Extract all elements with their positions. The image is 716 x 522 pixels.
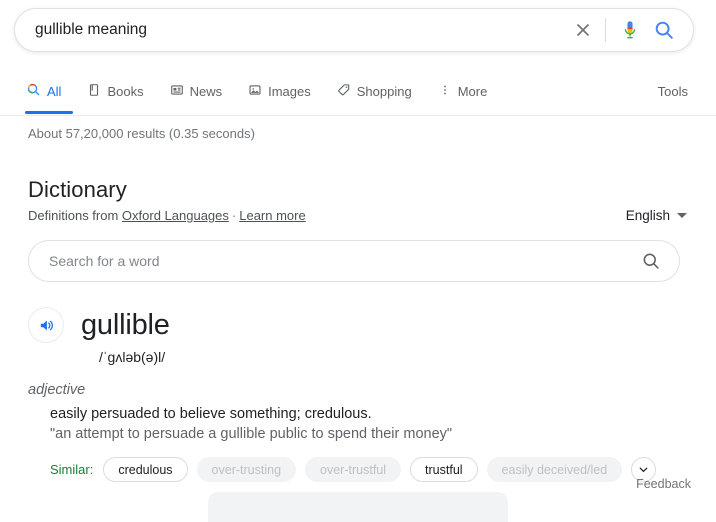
search-tabs: All Books News bbox=[26, 68, 513, 114]
image-icon bbox=[248, 83, 262, 100]
search-bar-divider bbox=[605, 18, 606, 42]
result-stats: About 57,20,000 results (0.35 seconds) bbox=[28, 126, 255, 141]
tab-news-label: News bbox=[190, 84, 223, 99]
phonetic-transcription: /ˈɡʌləb(ə)l/ bbox=[99, 349, 688, 365]
synonym-chip[interactable]: easily deceived/led bbox=[487, 457, 623, 482]
tab-all-label: All bbox=[47, 84, 61, 99]
definition-example: "an attempt to persuade a gullible publi… bbox=[50, 425, 688, 444]
synonym-chip[interactable]: over-trusting bbox=[197, 457, 296, 482]
oxford-languages-link[interactable]: Oxford Languages bbox=[122, 208, 229, 223]
dictionary-source: Definitions from Oxford Languages·Learn … bbox=[28, 208, 688, 223]
tab-books-label: Books bbox=[107, 84, 143, 99]
synonym-chip[interactable]: trustful bbox=[410, 457, 478, 482]
tag-icon bbox=[337, 83, 351, 100]
tab-images-label: Images bbox=[268, 84, 311, 99]
tab-active-underline bbox=[25, 111, 73, 114]
word-search-input[interactable] bbox=[29, 252, 641, 270]
search-bar-container bbox=[14, 8, 694, 52]
search-nav-bar: All Books News bbox=[0, 68, 716, 116]
tools-button[interactable]: Tools bbox=[658, 68, 688, 114]
headword-row: gullible bbox=[28, 307, 688, 343]
tab-shopping-label: Shopping bbox=[357, 84, 412, 99]
search-bar[interactable] bbox=[14, 8, 694, 52]
more-vertical-icon bbox=[438, 83, 452, 100]
language-selector[interactable]: English bbox=[626, 208, 687, 223]
pronounce-audio-button[interactable] bbox=[28, 307, 64, 343]
page-title: Dictionary bbox=[28, 176, 688, 204]
tab-all[interactable]: All bbox=[26, 68, 74, 114]
synonym-chip[interactable]: over-trustful bbox=[305, 457, 401, 482]
language-label: English bbox=[626, 208, 670, 223]
search-input[interactable] bbox=[15, 21, 566, 39]
tab-more-label: More bbox=[458, 84, 488, 99]
search-icon[interactable] bbox=[641, 251, 661, 271]
similar-words-row: Similar: credulous over-trusting over-tr… bbox=[50, 457, 688, 482]
similar-label: Similar: bbox=[50, 462, 93, 477]
tab-books[interactable]: Books bbox=[87, 68, 156, 114]
headword: gullible bbox=[81, 308, 170, 342]
synonym-chip[interactable]: credulous bbox=[103, 457, 187, 482]
tab-more[interactable]: More bbox=[438, 68, 501, 114]
google-search-icon bbox=[26, 82, 41, 100]
bottom-panel-peek bbox=[208, 492, 508, 522]
book-icon bbox=[87, 83, 101, 100]
microphone-icon[interactable] bbox=[615, 15, 645, 45]
part-of-speech: adjective bbox=[28, 382, 688, 398]
close-icon[interactable] bbox=[566, 13, 600, 47]
definition-text: easily persuaded to believe something; c… bbox=[50, 405, 688, 424]
tab-news[interactable]: News bbox=[170, 68, 236, 114]
tab-images[interactable]: Images bbox=[248, 68, 324, 114]
source-separator: · bbox=[232, 208, 236, 223]
source-prefix: Definitions from bbox=[28, 208, 122, 223]
learn-more-link[interactable]: Learn more bbox=[239, 208, 305, 223]
tools-label: Tools bbox=[658, 84, 688, 99]
definition-block: easily persuaded to believe something; c… bbox=[50, 405, 688, 444]
search-submit-icon[interactable] bbox=[645, 13, 683, 47]
news-icon bbox=[170, 83, 184, 100]
tab-shopping[interactable]: Shopping bbox=[337, 68, 425, 114]
chevron-down-icon bbox=[677, 213, 687, 218]
feedback-link[interactable]: Feedback bbox=[636, 477, 691, 491]
word-search-box[interactable] bbox=[28, 240, 680, 282]
dictionary-card: Dictionary Definitions from Oxford Langu… bbox=[28, 176, 688, 482]
